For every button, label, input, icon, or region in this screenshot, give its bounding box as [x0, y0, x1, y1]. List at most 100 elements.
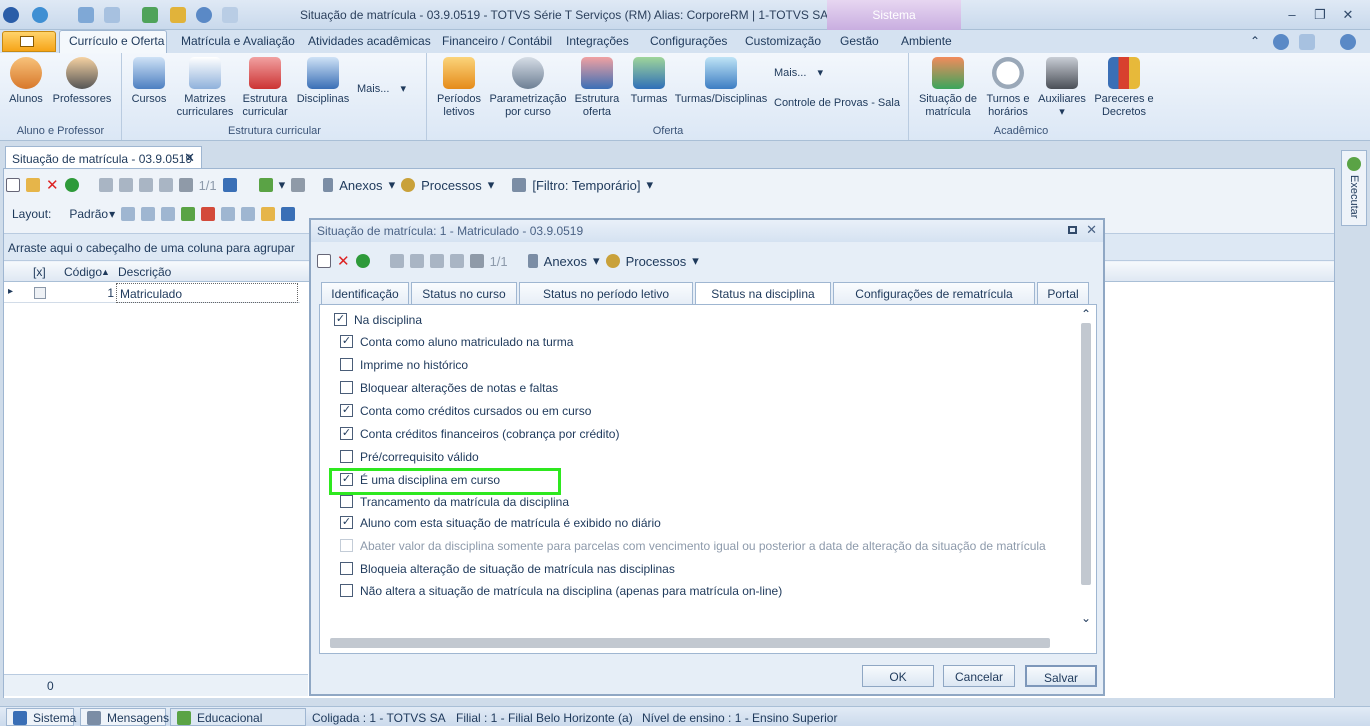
next-record-icon[interactable]: [138, 178, 153, 192]
tab-customizacao[interactable]: Customização: [745, 34, 821, 48]
option-row[interactable]: Trancamento da matrícula da disciplina: [340, 493, 569, 510]
vertical-scrollbar[interactable]: ⌃ ⌄: [1078, 307, 1094, 631]
edit-icon[interactable]: [26, 178, 40, 192]
layout-icon[interactable]: [1299, 34, 1315, 50]
scroll-down-icon[interactable]: ⌄: [1081, 611, 1091, 625]
layout-tool-icon[interactable]: [221, 207, 236, 221]
last-record-icon[interactable]: [158, 178, 173, 192]
option-row[interactable]: Não altera a situação de matrícula na di…: [340, 582, 782, 599]
window-icon[interactable]: [78, 7, 94, 23]
turnos-button[interactable]: Turnos e horários: [984, 57, 1032, 119]
first-record-icon[interactable]: [389, 254, 404, 268]
turmas-button[interactable]: Turmas: [628, 57, 670, 106]
checkbox[interactable]: [340, 381, 353, 394]
anexos-button[interactable]: Anexos: [339, 178, 382, 193]
situacao-matricula-button[interactable]: Situação de matrícula: [916, 57, 980, 119]
checkbox[interactable]: ✓: [340, 427, 353, 440]
refresh-icon[interactable]: [355, 254, 370, 268]
new-icon[interactable]: [317, 254, 331, 268]
estrutura-button[interactable]: Estrutura curricular: [239, 57, 291, 119]
close-icon[interactable]: ✕: [1340, 7, 1356, 22]
processos-dropdown-icon[interactable]: ▾: [488, 177, 495, 193]
periodos-button[interactable]: Períodos letivos: [436, 57, 482, 119]
col-header-desc[interactable]: Descrição: [118, 265, 171, 279]
layout-delete-icon[interactable]: [201, 207, 216, 221]
app-logo-icon[interactable]: [3, 7, 19, 23]
layout-icon[interactable]: [104, 7, 120, 23]
padrao-dropdown[interactable]: Padrão: [69, 207, 108, 221]
filtro-dropdown-icon[interactable]: ▾: [646, 177, 653, 193]
checkbox[interactable]: [340, 562, 353, 575]
disciplinas-button[interactable]: Disciplinas: [295, 57, 351, 106]
tab-curriculo-oferta[interactable]: Currículo e Oferta: [69, 34, 164, 48]
collapse-ribbon-icon[interactable]: ⌃: [1250, 34, 1260, 48]
tab-config-rematricula[interactable]: Configurações de rematrícula: [833, 282, 1035, 304]
row-checkbox[interactable]: [34, 287, 46, 299]
tab-financeiro[interactable]: Financeiro / Contábil: [442, 34, 552, 48]
tab-ambiente[interactable]: Ambiente: [901, 34, 952, 48]
checkbox[interactable]: [340, 358, 353, 371]
tab-gestao[interactable]: Gestão: [840, 34, 879, 48]
layout-tool-icon[interactable]: [261, 207, 276, 221]
dialog-close-icon[interactable]: ✕: [1086, 222, 1097, 238]
save-button[interactable]: Salvar: [1025, 665, 1097, 687]
professores-button[interactable]: Professores: [52, 57, 112, 106]
scroll-up-icon[interactable]: ⌃: [1081, 307, 1091, 321]
help-icon[interactable]: [1273, 34, 1289, 50]
layout-tool-icon[interactable]: [241, 207, 256, 221]
copy-icon[interactable]: [222, 7, 238, 23]
pareceres-button[interactable]: Pareceres e Decretos: [1092, 57, 1156, 119]
scroll-thumb[interactable]: [1081, 323, 1091, 585]
estrutura-oferta-button[interactable]: Estrutura oferta: [572, 57, 622, 119]
option-row[interactable]: Pré/correquisito válido: [340, 448, 479, 465]
delete-icon[interactable]: ✕: [46, 176, 59, 194]
layout-tool-icon[interactable]: [121, 207, 136, 221]
option-row[interactable]: Bloquear alterações de notas e faltas: [340, 379, 558, 396]
parametrizacao-button[interactable]: Parametrização por curso: [488, 57, 568, 119]
controle-provas-button[interactable]: Controle de Provas - Sala: [774, 97, 904, 110]
tab-status-curso[interactable]: Status no curso: [411, 282, 517, 304]
processos-button[interactable]: Processos: [626, 254, 687, 269]
col-header-check[interactable]: [x]: [33, 265, 46, 279]
close-tab-icon[interactable]: ✕: [184, 150, 195, 166]
checkbox[interactable]: ✓: [340, 404, 353, 417]
cancel-button[interactable]: Cancelar: [943, 665, 1015, 687]
tab-atividades[interactable]: Atividades acadêmicas: [308, 34, 431, 48]
checkbox[interactable]: ✓: [340, 335, 353, 348]
chart-icon[interactable]: [281, 207, 296, 221]
mais-oferta-button[interactable]: Mais... ▾: [774, 67, 844, 80]
export-dropdown-icon[interactable]: ▾: [279, 177, 286, 193]
executar-panel[interactable]: Executar: [1341, 150, 1367, 226]
help-icon[interactable]: [196, 7, 212, 23]
last-record-icon[interactable]: [449, 254, 464, 268]
layout-tool-icon[interactable]: [141, 207, 156, 221]
mais-estrutura-button[interactable]: Mais... ▾: [357, 83, 417, 96]
minimize-icon[interactable]: –: [1284, 7, 1300, 22]
binoculars-icon[interactable]: [469, 254, 484, 268]
anexos-button[interactable]: Anexos: [544, 254, 587, 269]
scroll-thumb[interactable]: [330, 638, 1050, 648]
delete-icon[interactable]: ✕: [337, 252, 350, 270]
checkbox[interactable]: ✓: [334, 313, 347, 326]
grid-view-icon[interactable]: [222, 178, 237, 192]
next-record-icon[interactable]: [429, 254, 444, 268]
option-row[interactable]: ✓ Conta créditos financeiros (cobrança po…: [340, 425, 619, 442]
cursos-button[interactable]: Cursos: [129, 57, 169, 106]
option-row[interactable]: ✓ Conta como aluno matriculado na turma: [340, 333, 573, 350]
checkbox[interactable]: [340, 495, 353, 508]
educacional-button[interactable]: Educacional: [170, 708, 306, 726]
option-row[interactable]: Bloqueia alteração de situação de matríc…: [340, 560, 675, 577]
turmas-disciplinas-button[interactable]: Turmas/Disciplinas: [674, 57, 768, 106]
sistema-button[interactable]: Sistema: [6, 708, 76, 726]
filtro-button[interactable]: [Filtro: Temporário]: [532, 178, 640, 193]
processos-button[interactable]: Processos: [421, 178, 482, 193]
print-icon[interactable]: [291, 178, 306, 192]
checkbox[interactable]: ✓: [340, 516, 353, 529]
option-row[interactable]: Imprime no histórico: [340, 356, 468, 373]
horizontal-scrollbar[interactable]: [322, 635, 1078, 651]
mensagens-button[interactable]: Mensagens: [80, 708, 169, 726]
tab-identificacao[interactable]: Identificação: [321, 282, 409, 304]
col-header-code[interactable]: Código: [64, 265, 102, 279]
auxiliares-button[interactable]: Auxiliares ▾: [1036, 57, 1088, 119]
context-tab-sistema[interactable]: Sistema: [827, 0, 961, 30]
